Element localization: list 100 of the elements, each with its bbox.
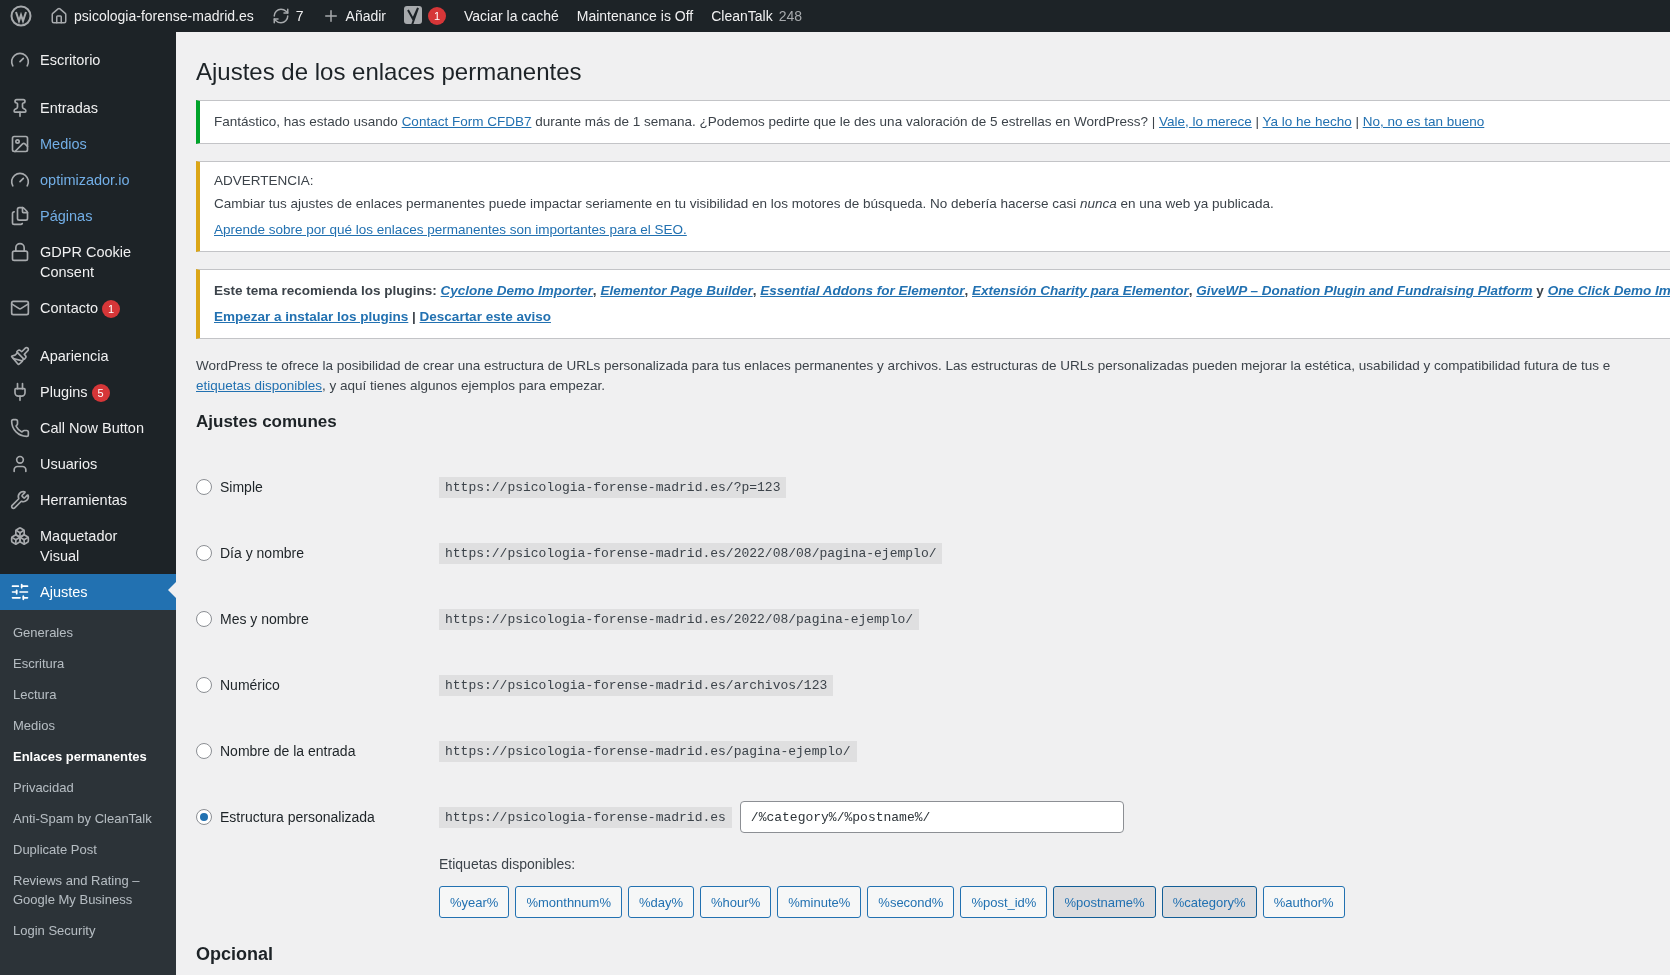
gauge-icon	[10, 170, 30, 190]
sidebar-item[interactable]: Maquetador Visual	[0, 518, 176, 574]
plugin-link[interactable]: Cyclone Demo Importer	[440, 283, 593, 298]
site-name-link[interactable]: psicologia-forense-madrid.es	[74, 8, 254, 24]
tags-label: Etiquetas disponibles:	[439, 856, 577, 872]
tag-button[interactable]: %author%	[1262, 886, 1345, 918]
updates-icon[interactable]	[271, 7, 290, 25]
sidebar-item[interactable]: Plugins 5	[0, 374, 176, 410]
radio-button[interactable]	[196, 611, 212, 627]
submenu-item[interactable]: Login Security	[0, 915, 176, 946]
sidebar-item[interactable]: Apariencia	[0, 338, 176, 374]
notice-heading: ADVERTENCIA:	[214, 173, 315, 188]
sidebar-item[interactable]: Páginas	[0, 198, 176, 234]
sidebar-item[interactable]: optimizador.io	[0, 162, 176, 198]
structure-input[interactable]: /%category%/%postname%/	[739, 801, 1124, 833]
url-example: https://psicologia-forense-madrid.es/?p=123	[439, 476, 787, 498]
intro-text: etiquetas disponibles, y aquí tienes algunos ejemplos para empezar.	[196, 377, 606, 395]
radio-option[interactable]: Simple	[196, 479, 439, 495]
radio-label: Nombre de la entrada	[220, 743, 356, 759]
paintbrush-icon	[10, 346, 30, 366]
lock-icon	[10, 242, 30, 262]
radio-label: Estructura personalizada	[220, 809, 375, 825]
tag-button[interactable]: %day%	[627, 886, 695, 918]
radio-option[interactable]: Mes y nombre	[196, 611, 439, 627]
spam-count: 248	[778, 8, 803, 24]
notice-text: Empezar a instalar los plugins | Descartar este aviso	[214, 308, 552, 326]
tag-button[interactable]: %post_id%	[960, 886, 1048, 918]
radio-button[interactable]	[196, 479, 212, 495]
radio-button[interactable]	[196, 809, 212, 825]
url-example: https://psicologia-forense-madrid.es	[439, 806, 732, 828]
radio-button[interactable]	[196, 743, 212, 759]
cleantalk-link[interactable]: CleanTalk	[711, 8, 773, 24]
link[interactable]: Empezar a instalar los plugins	[214, 309, 409, 324]
link[interactable]: No, no es tan bueno	[1362, 114, 1485, 129]
user-icon	[10, 454, 30, 474]
tag-button[interactable]: %minute%	[777, 886, 862, 918]
submenu-item[interactable]: Lectura	[0, 679, 176, 710]
radio-label: Mes y nombre	[220, 611, 309, 627]
submenu-item[interactable]: Duplicate Post	[0, 834, 176, 865]
tag-button[interactable]: %second%	[867, 886, 955, 918]
radio-label: Día y nombre	[220, 545, 305, 561]
admin-bar-link[interactable]: Vaciar la caché	[464, 8, 559, 24]
blocks-icon	[10, 526, 30, 546]
submenu-item[interactable]: Generales	[0, 617, 176, 648]
intro-text: WordPress te ofrece la posibilidad de crear una estructura de URLs personalizada para tus enlaces permanentes y archivos. Las estructuras de URLs personalizadas pueden mejorar la estética, usabilidad y compatibilidad futura de tus e	[196, 357, 1612, 375]
radio-option[interactable]: Día y nombre	[196, 545, 439, 561]
radio-option[interactable]: Numérico	[196, 677, 439, 693]
url-example: https://psicologia-forense-madrid.es/2022/08/08/pagina-ejemplo/	[439, 542, 943, 564]
mail-icon	[10, 298, 30, 318]
radio-option[interactable]: Nombre de la entrada	[196, 743, 439, 759]
sidebar-item[interactable]: Escritorio	[0, 42, 176, 78]
wrench-icon	[10, 490, 30, 510]
url-example: https://psicologia-forense-madrid.es/archivos/123	[439, 674, 834, 696]
radio-button[interactable]	[196, 545, 212, 561]
sidebar-item[interactable]: Entradas	[0, 90, 176, 126]
link[interactable]: Contact Form CFDB7	[401, 114, 532, 129]
submenu-item[interactable]: Escritura	[0, 648, 176, 679]
add-new-link[interactable]: Añadir	[345, 8, 387, 24]
plugin-link[interactable]: Extensión Charity para Elementor	[972, 283, 1189, 298]
wordpress-logo-icon[interactable]	[10, 5, 32, 27]
link[interactable]: Descartar este aviso	[419, 309, 551, 324]
submenu-item[interactable]: Anti-Spam by CleanTalk	[0, 803, 176, 834]
tag-button[interactable]: %hour%	[700, 886, 772, 918]
tag-button[interactable]: %postname%	[1053, 886, 1156, 918]
plugin-link[interactable]: One Click Demo Im	[1547, 283, 1670, 298]
radio-option[interactable]: Estructura personalizada	[196, 809, 439, 825]
submenu-item[interactable]: Privacidad	[0, 772, 176, 803]
sidebar-item[interactable]: Ajustes	[0, 574, 176, 610]
tag-button[interactable]: %monthnum%	[515, 886, 622, 918]
radio-label: Numérico	[220, 677, 280, 693]
notice-text: Cambiar tus ajustes de enlaces permanentes puede impactar seriamente en tu visibilidad en los motores de búsqueda. No debería hacerse casi nunca en una web ya publicada.	[214, 195, 1275, 213]
tag-button[interactable]: %year%	[439, 886, 510, 918]
sidebar-item[interactable]: GDPR Cookie Consent	[0, 234, 176, 290]
tag-button[interactable]: %category%	[1161, 886, 1257, 918]
submenu-item[interactable]: Enlaces permanentes	[0, 741, 176, 772]
count-badge: 1	[102, 300, 121, 318]
plugin-link[interactable]: GiveWP – Donation Plugin and Fundraising Platform	[1196, 283, 1533, 298]
url-example: https://psicologia-forense-madrid.es/pagina-ejemplo/	[439, 740, 857, 762]
plugin-link[interactable]: Elementor Page Builder	[600, 283, 753, 298]
sidebar-item[interactable]: Usuarios	[0, 446, 176, 482]
admin-bar-link[interactable]: Maintenance is Off	[576, 8, 694, 24]
plugin-link[interactable]: Essential Addons for Elementor	[760, 283, 965, 298]
phone-icon	[10, 418, 30, 438]
sidebar-item[interactable]: Medios	[0, 126, 176, 162]
link[interactable]: Ya lo he hecho	[1262, 114, 1352, 129]
submenu-item[interactable]: Reviews and Rating – Google My Business	[0, 865, 176, 915]
url-example: https://psicologia-forense-madrid.es/2022/08/pagina-ejemplo/	[439, 608, 920, 630]
submenu-item[interactable]: Medios	[0, 710, 176, 741]
home-icon[interactable]	[50, 7, 68, 25]
y-logo-icon[interactable]	[404, 6, 423, 26]
radio-button[interactable]	[196, 677, 212, 693]
radio-label: Simple	[220, 479, 263, 495]
link[interactable]: Vale, lo merece	[1159, 114, 1252, 129]
sidebar-item[interactable]: Contacto 1	[0, 290, 176, 326]
count-badge: 5	[91, 384, 110, 402]
sidebar-item[interactable]: Herramientas	[0, 482, 176, 518]
link[interactable]: Aprende sobre por qué los enlaces permanentes son importantes para el SEO.	[214, 222, 687, 237]
sidebar-item[interactable]: Call Now Button	[0, 410, 176, 446]
updates-count[interactable]: 7	[295, 8, 304, 24]
gauge-icon	[10, 50, 30, 70]
